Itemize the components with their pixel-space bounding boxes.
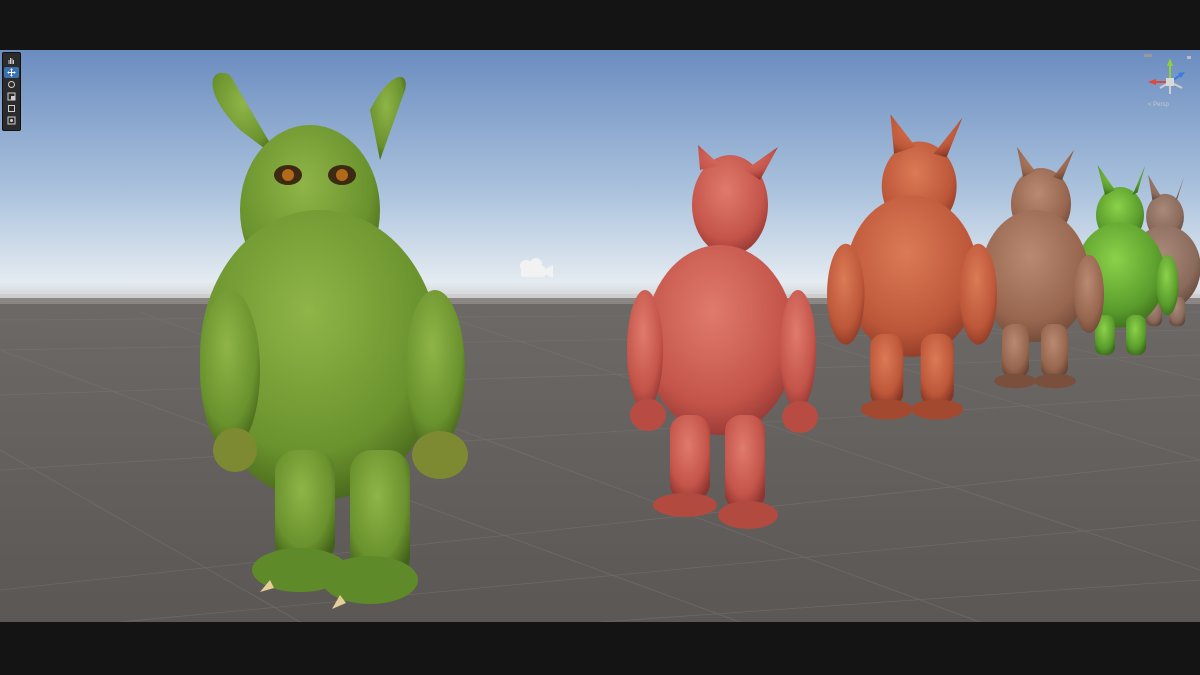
gizmo-lock-icon[interactable] [1144, 54, 1152, 57]
scene-viewport[interactable] [0, 50, 1200, 622]
x-axis-cone[interactable] [1148, 79, 1156, 85]
rotate-tool-button[interactable] [4, 79, 19, 90]
projection-label[interactable]: < Persp [1148, 102, 1169, 108]
hand-icon [8, 58, 14, 64]
rect-tool-button[interactable] [4, 103, 19, 114]
scale-icon [7, 92, 16, 101]
transform-icon [7, 116, 16, 125]
scene-render [0, 50, 1200, 622]
move-arrows-icon [7, 68, 16, 77]
gizmo-center-cube[interactable] [1166, 78, 1174, 86]
scene-tool-palette [2, 52, 21, 131]
letterbox-bottom [0, 622, 1200, 675]
transform-tool-button[interactable] [4, 115, 19, 126]
move-tool-button[interactable] [4, 67, 19, 78]
rect-transform-icon [8, 105, 15, 112]
scale-tool-button[interactable] [4, 91, 19, 102]
y-axis-cone[interactable] [1167, 58, 1173, 66]
hand-tool-button[interactable] [4, 55, 19, 66]
camera-icon[interactable] [517, 256, 555, 280]
letterbox-top [0, 0, 1200, 50]
lock-icon[interactable] [1187, 56, 1191, 59]
rotate-icon [8, 81, 15, 88]
